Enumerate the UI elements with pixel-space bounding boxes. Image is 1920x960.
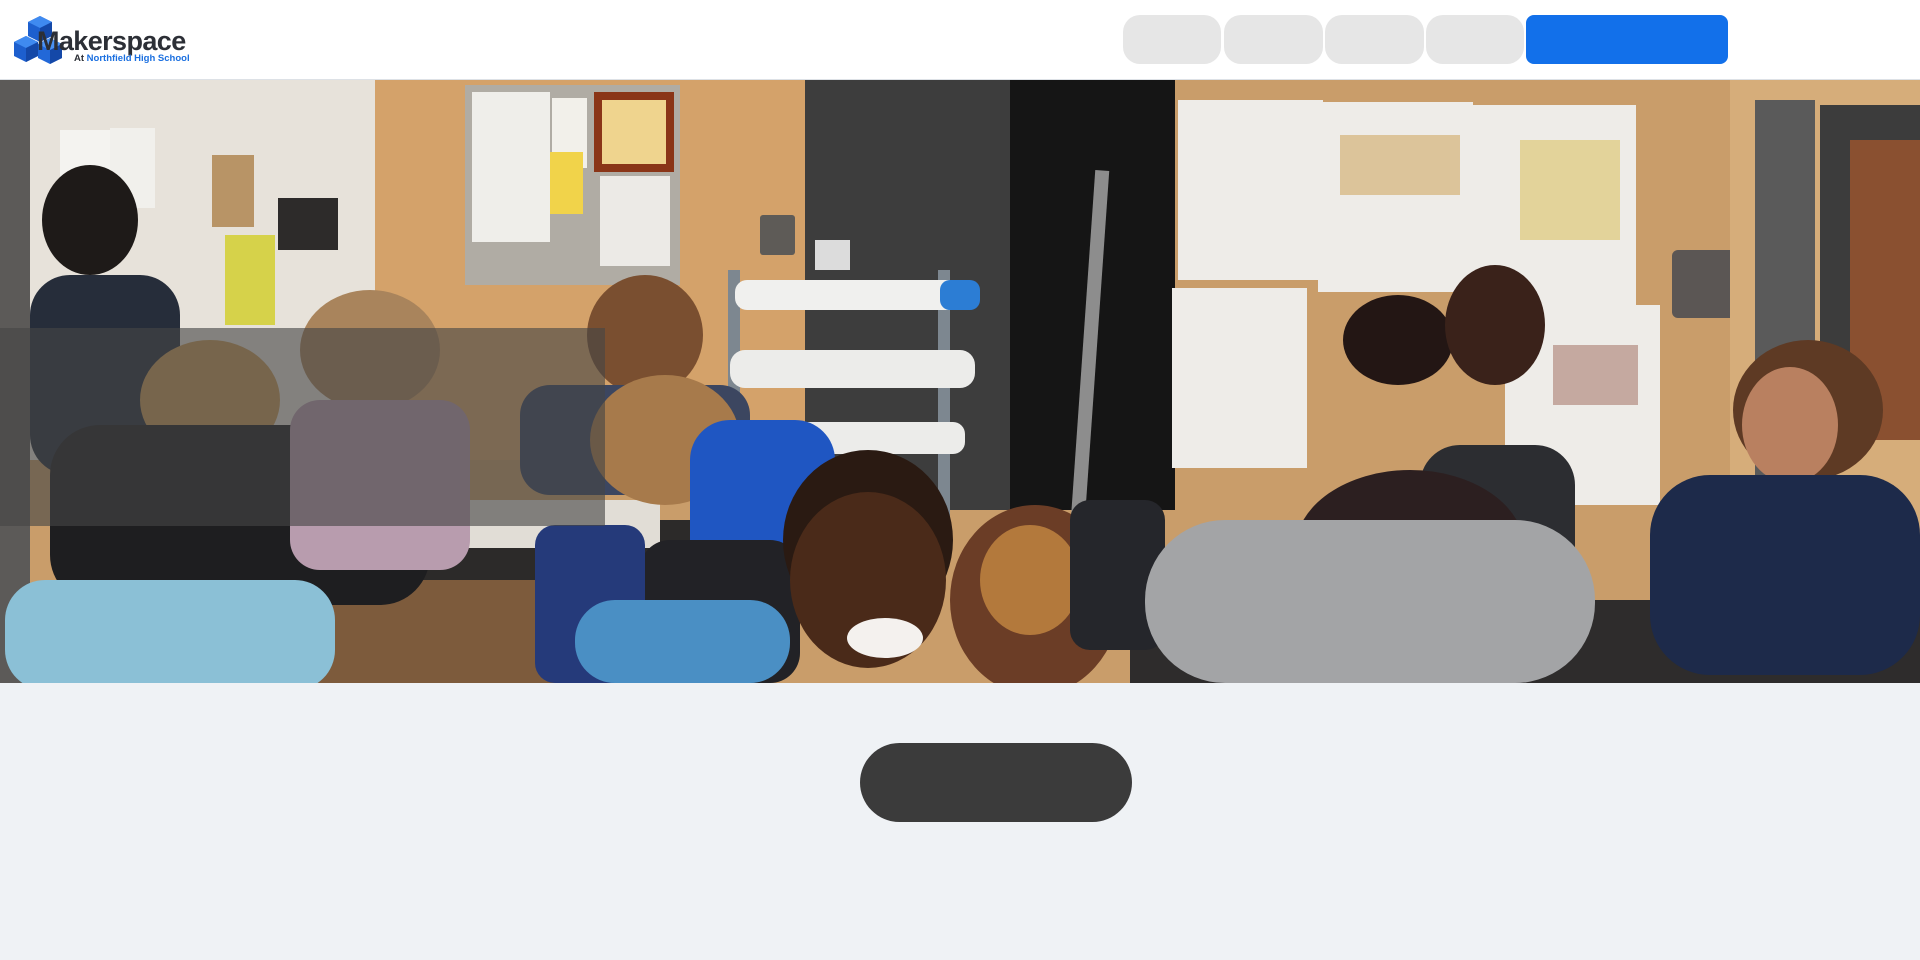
nav-item-4[interactable] [1426,15,1524,64]
site-logo[interactable]: Makerspace At Northfield High School [14,14,204,66]
logo-subtitle-school: Northfield High School [86,53,190,64]
hero-section [0,80,1920,683]
main-cta-button[interactable] [860,743,1132,822]
nav-item-2[interactable] [1224,15,1323,64]
nav-item-3[interactable] [1325,15,1424,64]
header-cta-button[interactable] [1526,15,1728,64]
logo-subtitle: At Northfield High School [74,53,190,64]
logo-subtitle-prefix: At [74,53,85,64]
site-header: Makerspace At Northfield High School [0,0,1920,80]
hero-overlay-panel [0,328,605,526]
nav-item-1[interactable] [1123,15,1221,64]
